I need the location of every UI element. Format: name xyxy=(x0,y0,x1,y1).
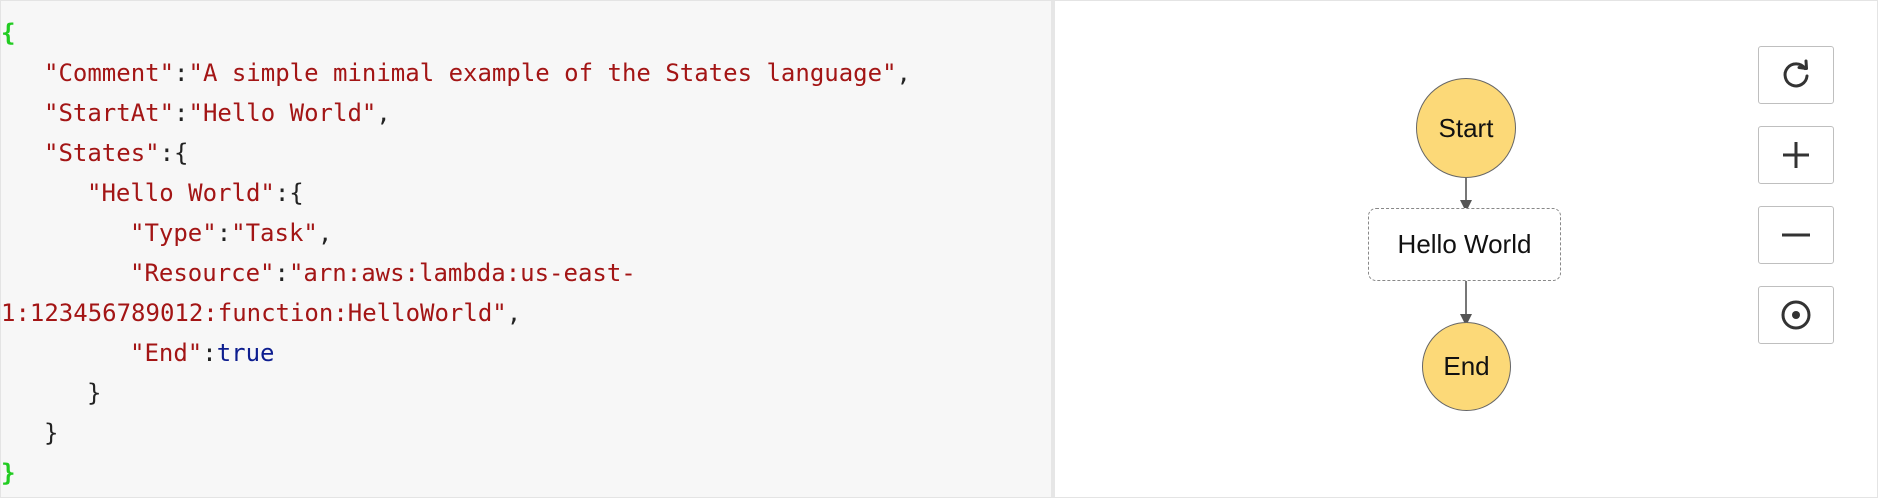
code-token: "Comment" xyxy=(44,59,175,87)
zoom-out-button[interactable] xyxy=(1758,206,1834,264)
graph-visualization: Start Hello World End xyxy=(1055,1,1877,497)
code-line: "StartAt":"Hello World", xyxy=(1,93,1051,133)
code-token: : xyxy=(274,259,289,287)
code-line: { xyxy=(1,13,1051,53)
code-line: "End":true xyxy=(1,333,1051,373)
start-node-label: Start xyxy=(1438,112,1494,143)
target-icon xyxy=(1781,300,1811,330)
code-token: "Task" xyxy=(231,219,318,247)
code-line: "Hello World":{ xyxy=(1,173,1051,213)
code-token: , xyxy=(506,299,522,327)
code-line: "Comment":"A simple minimal example of t… xyxy=(1,53,1051,93)
code-token: , xyxy=(376,99,391,127)
code-token: } xyxy=(44,419,59,447)
code-token: "Type" xyxy=(130,219,217,247)
code-token: :{ xyxy=(274,179,304,207)
code-token: } xyxy=(87,379,102,407)
code-token: } xyxy=(1,459,16,487)
json-editor[interactable]: {"Comment":"A simple minimal example of … xyxy=(1,1,1055,497)
code-token: : xyxy=(202,339,217,367)
code-token: : xyxy=(174,99,189,127)
code-token: "Hello World" xyxy=(87,179,275,207)
code-token: "A simple minimal example of the States … xyxy=(188,59,897,87)
zoom-in-button[interactable] xyxy=(1758,126,1834,184)
code-line: "Type":"Task", xyxy=(1,213,1051,253)
code-line: 1:123456789012:function:HelloWorld", xyxy=(1,293,1051,333)
code-token: "arn:aws:lambda:us-east- xyxy=(288,259,636,287)
code-token: "Resource" xyxy=(130,259,275,287)
code-token: , xyxy=(317,219,333,247)
code-token: "States" xyxy=(44,139,160,167)
code-line: } xyxy=(1,453,1051,493)
plus-icon xyxy=(1783,142,1809,168)
code-token: : xyxy=(174,59,189,87)
refresh-button[interactable] xyxy=(1758,46,1834,104)
task-node-label: Hello World xyxy=(1397,229,1532,259)
task-node-hello-world[interactable]: Hello World xyxy=(1368,208,1561,281)
center-graph-button[interactable] xyxy=(1758,286,1834,344)
code-token: { xyxy=(1,19,16,47)
code-line: "States":{ xyxy=(1,133,1051,173)
start-node[interactable]: Start xyxy=(1416,78,1516,178)
code-token: true xyxy=(216,339,275,367)
code-token: "Hello World" xyxy=(188,99,377,127)
code-token: , xyxy=(896,59,911,87)
code-token: 1:123456789012:function:HelloWorld" xyxy=(1,299,507,327)
code-line: "Resource":"arn:aws:lambda:us-east- xyxy=(1,253,1051,293)
code-token: "End" xyxy=(130,339,203,367)
window-frame: {"Comment":"A simple minimal example of … xyxy=(0,0,1878,498)
end-node-label: End xyxy=(1443,351,1490,381)
code-line: } xyxy=(1,373,1051,413)
code-token: :{ xyxy=(159,139,189,167)
refresh-icon xyxy=(1783,59,1809,88)
code-token: "StartAt" xyxy=(44,99,175,127)
code-line: } xyxy=(1,413,1051,453)
code-token: : xyxy=(216,219,232,247)
end-node[interactable]: End xyxy=(1422,322,1511,411)
minus-icon xyxy=(1782,233,1810,237)
